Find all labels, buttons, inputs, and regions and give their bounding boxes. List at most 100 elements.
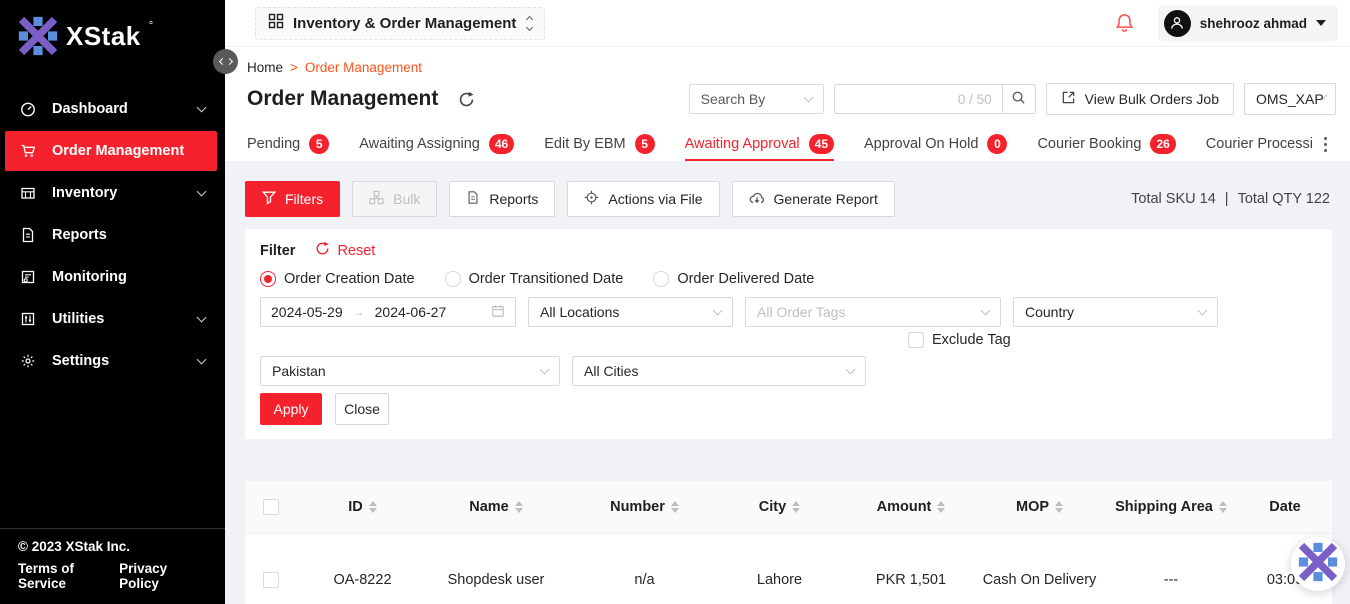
brand-mark: ° — [149, 16, 153, 36]
tab-pending[interactable]: Pending 5 — [247, 128, 329, 161]
chevron-down-icon — [803, 93, 813, 103]
tab-count-badge: 5 — [309, 134, 329, 154]
sidebar-collapse-toggle[interactable] — [213, 49, 238, 74]
toolbar: Filters Bulk Reports Actions via File — [245, 181, 1332, 217]
chevron-down-icon — [197, 355, 207, 365]
column-header-id[interactable]: ID — [310, 499, 415, 515]
apply-button[interactable]: Apply — [260, 393, 322, 425]
tab-courier-processing[interactable]: Courier Processing 0 — [1206, 128, 1312, 161]
sidebar-item-order-management[interactable]: Order Management — [5, 131, 217, 171]
sidebar-item-label: Inventory — [52, 185, 117, 201]
column-header-number[interactable]: Number — [577, 499, 712, 515]
country-select[interactable]: Country — [1013, 297, 1218, 327]
column-header-name[interactable]: Name — [415, 499, 577, 515]
locations-value: All Locations — [540, 304, 619, 320]
updown-caret-icon — [527, 17, 532, 30]
radio-order-delivered-date[interactable]: Order Delivered Date — [653, 271, 814, 287]
orders-table: ID Name Number City Amount — [245, 481, 1332, 604]
env-select[interactable]: OMS_XAP — [1244, 83, 1336, 115]
filter-controls-row-1: 2024-05-29 → 2024-06-27 All Locations Al… — [260, 297, 1317, 327]
content-body: Filters Bulk Reports Actions via File — [225, 161, 1350, 604]
tab-edit-by-ebm[interactable]: Edit By EBM 5 — [544, 128, 654, 161]
radio-icon — [653, 271, 669, 287]
column-header-date[interactable]: Date — [1238, 499, 1332, 515]
reports-button[interactable]: Reports — [449, 181, 555, 217]
sidebar-item-dashboard[interactable]: Dashboard — [5, 89, 217, 129]
column-header-city[interactable]: City — [712, 499, 847, 515]
breadcrumb: Home > Order Management — [225, 60, 1350, 75]
close-button[interactable]: Close — [335, 393, 389, 425]
column-label: MOP — [1016, 499, 1049, 515]
inventory-icon — [20, 185, 36, 201]
sidebar-item-monitoring[interactable]: Monitoring — [5, 257, 217, 297]
total-qty: Total QTY 122 — [1238, 191, 1330, 207]
tab-awaiting-assigning[interactable]: Awaiting Assigning 46 — [359, 128, 514, 161]
exclude-tag-row: Exclude Tag — [908, 332, 1317, 348]
search-button[interactable] — [1002, 84, 1036, 114]
refresh-icon[interactable] — [458, 91, 475, 108]
xstak-chat-widget[interactable] — [1291, 537, 1345, 591]
sidebar-item-label: Reports — [52, 227, 107, 243]
cart-icon — [20, 143, 36, 159]
breadcrumb-current[interactable]: Order Management — [305, 60, 422, 75]
column-header-mop[interactable]: MOP — [975, 499, 1104, 515]
table-header-row: ID Name Number City Amount — [245, 481, 1332, 534]
column-header-shipping-area[interactable]: Shipping Area — [1104, 499, 1238, 515]
sidebar-item-label: Dashboard — [52, 101, 128, 117]
dashboard-icon — [20, 101, 36, 117]
reset-button[interactable]: Reset — [315, 241, 375, 260]
search-field: 0 / 50 — [834, 84, 1036, 114]
view-bulk-orders-button[interactable]: View Bulk Orders Job — [1046, 83, 1234, 115]
sidebar-item-inventory[interactable]: Inventory — [5, 173, 217, 213]
content-header: Home > Order Management Order Management… — [225, 47, 1350, 161]
sidebar-item-utilities[interactable]: Utilities — [5, 299, 217, 339]
search-input[interactable] — [845, 91, 958, 107]
column-header-amount[interactable]: Amount — [847, 499, 975, 515]
privacy-policy-link[interactable]: Privacy Policy — [119, 561, 205, 591]
tab-awaiting-approval[interactable]: Awaiting Approval 45 — [685, 128, 834, 161]
app-switcher-label: Inventory & Order Management — [293, 15, 516, 32]
filter-panel: Filter Reset Order Creation Date Order T… — [245, 229, 1332, 439]
utilities-icon — [20, 311, 36, 327]
cell-name: Shopdesk user — [415, 572, 577, 588]
tab-approval-on-hold[interactable]: Approval On Hold 0 — [864, 128, 1007, 161]
tabs-more-icon[interactable] — [1312, 128, 1338, 161]
country-value-select[interactable]: Pakistan — [260, 356, 560, 386]
search-by-select[interactable]: Search By — [689, 84, 824, 114]
breadcrumb-home[interactable]: Home — [247, 60, 283, 75]
locations-select[interactable]: All Locations — [528, 297, 733, 327]
xstak-logo-icon — [1298, 542, 1338, 587]
sidebar-item-reports[interactable]: Reports — [5, 215, 217, 255]
column-label: Number — [610, 499, 665, 515]
user-menu[interactable]: shehrooz ahmad — [1158, 5, 1338, 42]
monitoring-icon — [20, 269, 36, 285]
tab-count-badge: 5 — [635, 134, 655, 154]
filters-button[interactable]: Filters — [245, 181, 340, 217]
row-checkbox[interactable] — [263, 572, 279, 588]
exclude-tag-checkbox[interactable] — [908, 332, 924, 348]
actions-via-file-button[interactable]: Actions via File — [567, 181, 719, 217]
radio-label: Order Creation Date — [284, 271, 415, 287]
select-all-checkbox[interactable] — [263, 499, 279, 515]
tab-courier-booking[interactable]: Courier Booking 26 — [1037, 128, 1175, 161]
terms-of-service-link[interactable]: Terms of Service — [18, 561, 119, 591]
order-tags-select[interactable]: All Order Tags — [745, 297, 1001, 327]
sidebar-item-settings[interactable]: Settings — [5, 341, 217, 381]
date-range-picker[interactable]: 2024-05-29 → 2024-06-27 — [260, 297, 516, 327]
cell-amount: PKR 1,501 — [847, 572, 975, 588]
chevron-down-icon — [197, 313, 207, 323]
totals-divider: | — [1225, 191, 1229, 207]
notification-bell-icon[interactable] — [1115, 13, 1134, 33]
copyright-text: © 2023 XStak Inc. — [18, 539, 205, 554]
sidebar-nav: Dashboard Order Management Inventory Rep… — [0, 89, 225, 381]
bulk-button[interactable]: Bulk — [352, 181, 437, 217]
radio-order-transitioned-date[interactable]: Order Transitioned Date — [445, 271, 624, 287]
generate-report-button[interactable]: Generate Report — [732, 181, 895, 217]
cities-select[interactable]: All Cities — [572, 356, 866, 386]
chevron-left-icon — [218, 58, 225, 65]
column-label: Amount — [877, 499, 932, 515]
app-switcher[interactable]: Inventory & Order Management — [255, 7, 545, 40]
table-row[interactable]: OA-8222 Shopdesk user n/a Lahore PKR 1,5… — [245, 534, 1332, 604]
radio-order-creation-date[interactable]: Order Creation Date — [260, 271, 415, 287]
view-bulk-orders-label: View Bulk Orders Job — [1085, 91, 1219, 107]
